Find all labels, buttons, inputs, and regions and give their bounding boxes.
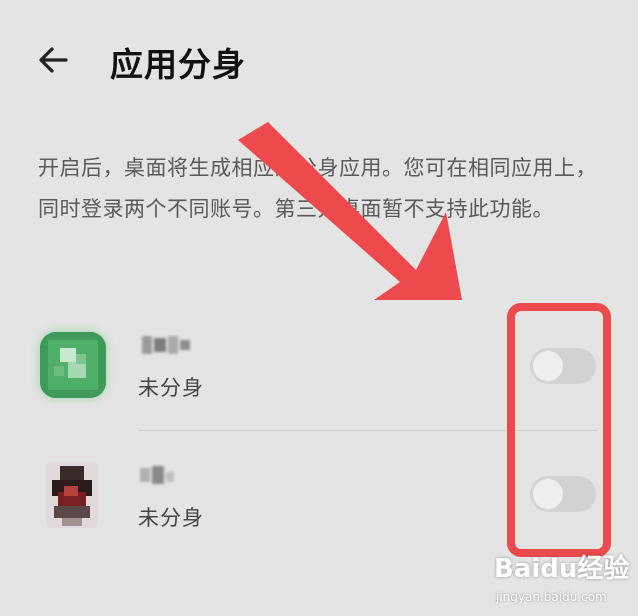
header: 应用分身 [0, 0, 638, 120]
app-status-label: 未分身 [138, 506, 204, 530]
back-arrow-icon [39, 47, 68, 73]
app-status-label: 未分身 [138, 376, 204, 400]
app-icon-wechat [40, 332, 106, 398]
watermark-logo: Baidu经验 [494, 554, 630, 584]
back-button[interactable] [36, 38, 80, 82]
annotation-highlight-box [507, 303, 611, 557]
watermark: Baidu经验 jingyan.baidu.com [494, 548, 634, 616]
app-icon-game [46, 462, 98, 528]
app-name-blurred [138, 464, 194, 486]
page-title: 应用分身 [110, 45, 246, 84]
app-name-blurred [138, 334, 194, 356]
description-text: 开启后，桌面将生成相应的分身应用。您可在相同应用上，同时登录两个不同账号。第三方… [38, 156, 597, 221]
watermark-url: jingyan.baidu.com [496, 590, 607, 604]
